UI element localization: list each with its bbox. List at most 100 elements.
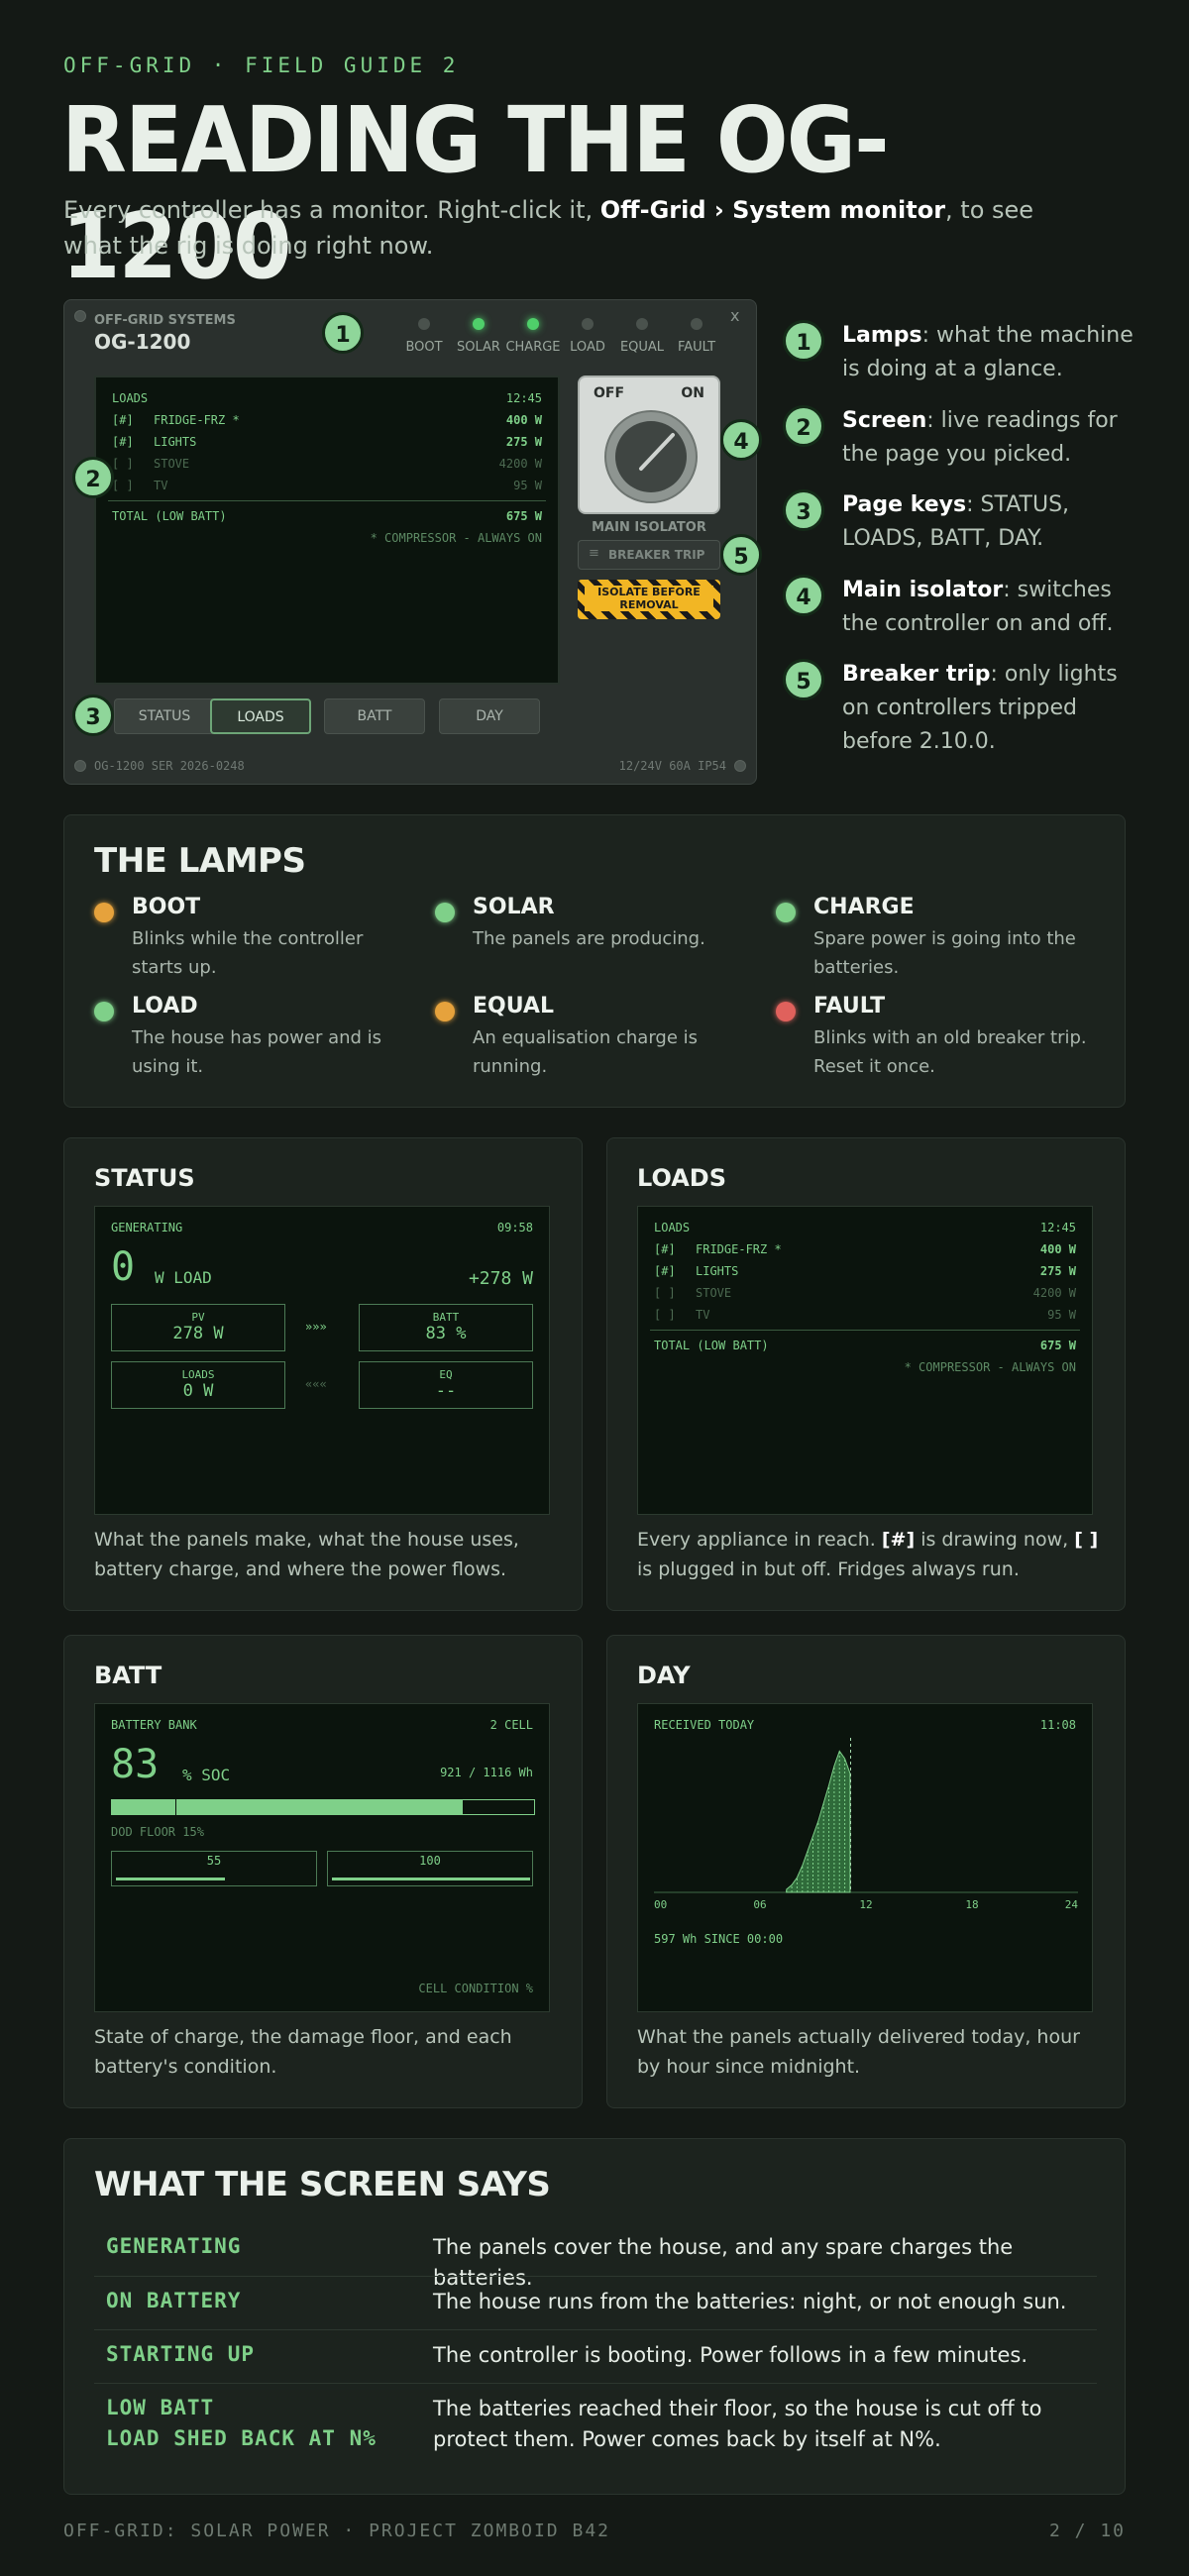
desc-part: is plugged in but off. Fridges always ru… — [637, 1558, 1020, 1580]
isolator-label: MAIN ISOLATOR — [592, 520, 706, 535]
row-flag: [ ] — [112, 479, 134, 492]
total-value: 675 W — [505, 509, 542, 523]
footer-title: OFF-GRID: SOLAR POWER · PROJECT ZOMBOID … — [63, 2521, 610, 2541]
state-desc: The batteries reached their floor, so th… — [433, 2397, 1042, 2451]
breaker-label: BREAKER TRIP — [608, 548, 705, 562]
batt-wh: 921 / 1116 Wh — [440, 1766, 533, 1779]
eq-box: EQ -- — [359, 1361, 533, 1409]
monitor-screen: LOADS 12:45 [#] FRIDGE-FRZ * 400 W [#] L… — [94, 376, 560, 685]
menu-path: Off-Grid › System monitor — [599, 196, 946, 224]
row-flag: [ ] — [112, 457, 134, 471]
day-chart: 00 06 12 18 24 — [654, 1738, 1079, 1911]
lamp-name: CHARGE — [813, 895, 915, 919]
day-tick-label: 06 — [753, 1898, 766, 1911]
close-icon[interactable]: x — [730, 306, 739, 325]
row-flag: [#] — [654, 1242, 676, 1256]
main-isolator-switch[interactable]: OFF ON — [578, 376, 720, 514]
batt-cells: 2 CELL — [489, 1718, 533, 1732]
screw-icon — [734, 760, 746, 772]
row-flag: [#] — [112, 413, 134, 427]
lamp-label-fault: FAULT — [677, 340, 716, 355]
day-tick-label: 12 — [859, 1898, 872, 1911]
row-name: LIGHTS — [696, 1264, 739, 1278]
row-watts: 95 W — [1047, 1308, 1076, 1322]
intro-text: Every controller has a monitor. Right-cl… — [63, 192, 1054, 264]
row-flag: [ ] — [654, 1308, 676, 1322]
row-name: STOVE — [154, 457, 190, 471]
screen-says-card: WHAT THE SCREEN SAYS GENERATING The pane… — [63, 2138, 1126, 2495]
controller-panel: OFF-GRID SYSTEMS OG-1200 x 1 BOOT SOLAR … — [63, 299, 762, 785]
guide-kicker: OFF-GRID · FIELD GUIDE 2 — [63, 54, 460, 77]
loads-time: 12:45 — [1039, 1221, 1076, 1234]
key-day[interactable]: DAY — [439, 698, 540, 734]
callout-badge-4: 4 — [783, 575, 824, 616]
row-watts: 4200 W — [1032, 1286, 1076, 1300]
soc-bar — [111, 1798, 535, 1816]
row-name: TV — [696, 1308, 710, 1322]
loads-label: LOADS — [181, 1368, 215, 1381]
state-desc: The house runs from the batteries: night… — [433, 2290, 1067, 2313]
callout-badge-2: 2 — [72, 457, 114, 498]
day-screen: RECEIVED TODAY 11:08 00 06 12 18 24 597 Wh S… — [637, 1703, 1093, 2012]
soc-unit: % SOC — [182, 1766, 231, 1784]
day-tick-label: 24 — [1065, 1898, 1079, 1911]
state-key: STARTING UP — [106, 2342, 256, 2366]
lamp-name: LOAD — [132, 994, 198, 1019]
intro-pre: Every controller has a monitor. Right-cl… — [63, 196, 594, 224]
total-value: 675 W — [1039, 1339, 1076, 1352]
loads-heading: LOADS — [637, 1164, 726, 1192]
state-key-secondary: LOAD SHED BACK AT N% — [106, 2426, 377, 2450]
batt-desc: State of charge, the damage floor, and e… — [94, 2026, 512, 2078]
callout-badge-4: 4 — [720, 419, 762, 461]
screen-note: * COMPRESSOR - ALWAYS ON — [370, 531, 542, 545]
row-watts: 400 W — [505, 413, 542, 427]
desc-part: is drawing now, — [915, 1529, 1075, 1551]
key-loads[interactable]: LOADS — [210, 698, 311, 734]
cell-box-2: 100 — [327, 1851, 533, 1886]
batt-label: BATT — [432, 1311, 460, 1324]
warning-text: ISOLATE BEFORE REMOVAL — [585, 586, 713, 611]
lamp-desc: Blinks while the controller starts up. — [132, 928, 364, 978]
solar-dot-icon — [435, 903, 455, 922]
batt-heading: BATT — [94, 1662, 162, 1689]
status-time: 09:58 — [496, 1221, 533, 1234]
row-watts: 275 W — [1039, 1264, 1076, 1278]
status-screen: GENERATING 09:58 0 W LOAD +278 W PV 278 … — [94, 1206, 550, 1515]
page-counter: 2 / 10 — [1048, 2521, 1126, 2541]
key-status[interactable]: STATUS — [114, 698, 215, 734]
desc-part: Every appliance in reach. — [637, 1529, 882, 1551]
batt-value: 83 % — [425, 1324, 467, 1343]
breaker-trip-indicator: ≡ BREAKER TRIP — [578, 540, 720, 570]
day-tick-label: 00 — [654, 1898, 667, 1911]
callout-badge-5: 5 — [783, 659, 824, 700]
device-brand: OFF-GRID SYSTEMS — [94, 313, 236, 328]
cell-condition-label: CELL CONDITION % — [418, 1982, 533, 1995]
lamp-desc: Blinks with an old breaker trip. Reset i… — [813, 1027, 1087, 1077]
status-load-value: 0 — [111, 1244, 136, 1290]
flow-arrow-icon: »»» — [305, 1320, 327, 1334]
lamp-desc: The panels are producing. — [473, 928, 705, 949]
fault-lamp-icon — [691, 318, 703, 330]
batt-screen: BATTERY BANK 2 CELL 83 % SOC 921 / 1116 … — [94, 1703, 550, 2012]
state-key: ON BATTERY — [106, 2289, 242, 2312]
loads-box: LOADS 0 W — [111, 1361, 285, 1409]
row-watts: 275 W — [505, 435, 542, 449]
eq-value: -- — [435, 1381, 457, 1401]
lamp-name: EQUAL — [473, 994, 554, 1019]
state-key: LOW BATT — [106, 2396, 215, 2419]
pv-box: PV 278 W — [111, 1304, 285, 1351]
day-heading: DAY — [637, 1662, 691, 1689]
lamp-desc: The house has power and is using it. — [132, 1027, 382, 1077]
soc-bar-fill — [112, 1800, 463, 1814]
device-model: OG-1200 — [94, 330, 191, 354]
charge-dot-icon — [776, 903, 796, 922]
status-state: GENERATING — [111, 1221, 183, 1234]
cell-value: 55 — [206, 1854, 222, 1868]
eq-label: EQ — [439, 1368, 453, 1381]
key-batt[interactable]: BATT — [324, 698, 425, 734]
row-divider — [94, 2276, 1097, 2277]
rotary-knob-icon — [604, 410, 698, 503]
row-watts: 95 W — [513, 479, 542, 492]
cell-bar — [116, 1878, 314, 1880]
row-name: FRIDGE-FRZ * — [154, 413, 240, 427]
